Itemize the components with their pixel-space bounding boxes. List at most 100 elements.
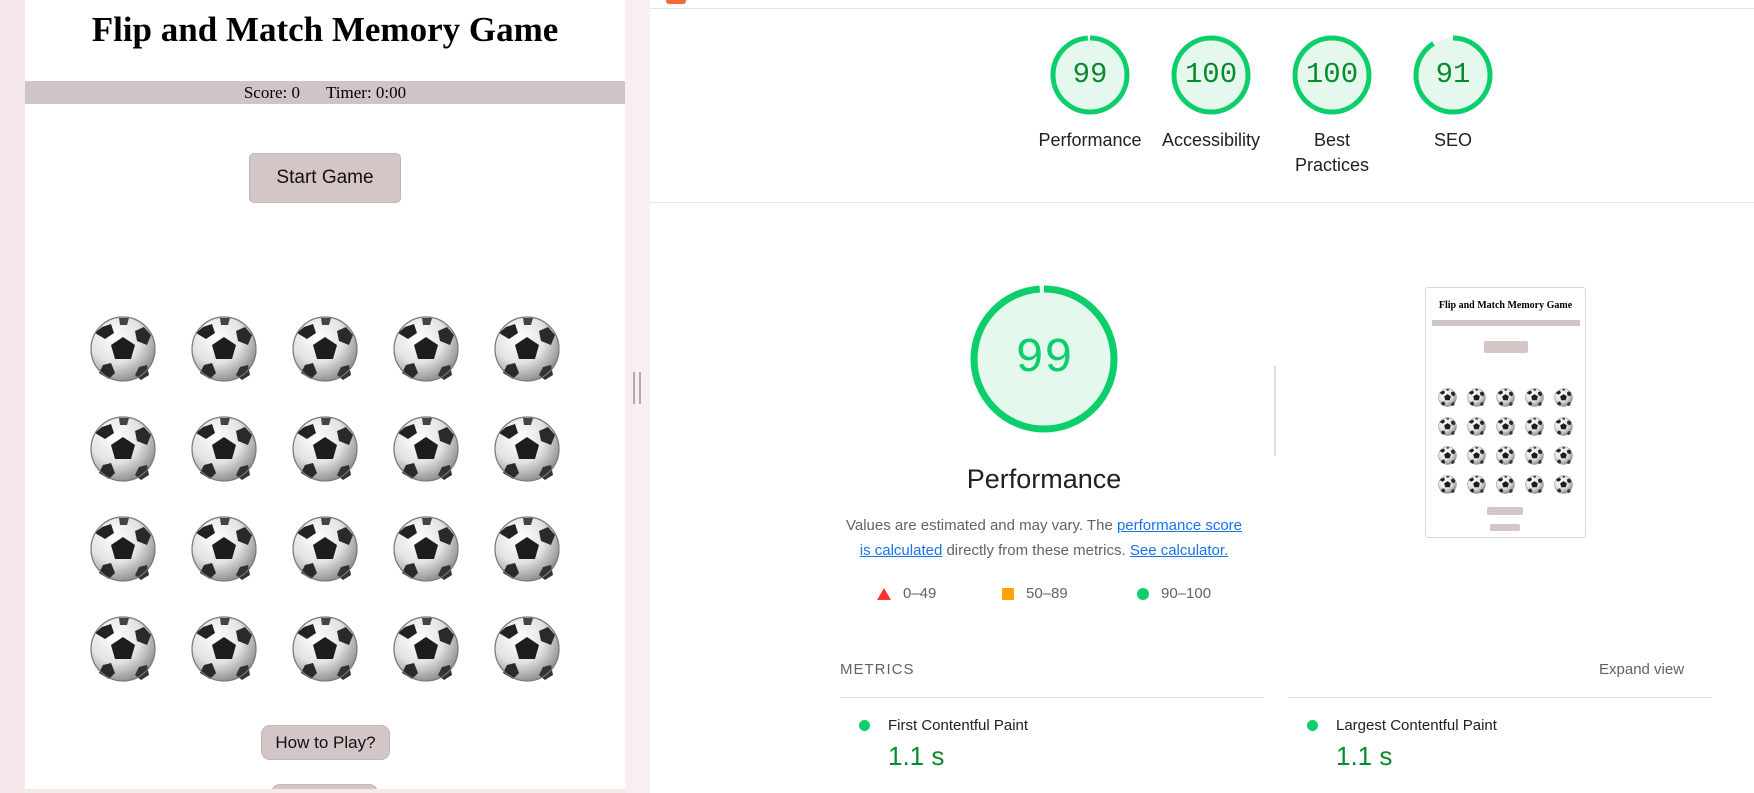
soccer-ball-icon xyxy=(191,316,257,382)
soccer-ball-icon xyxy=(393,516,459,582)
metric-value: 1.1 s xyxy=(888,741,945,771)
legend-range: 90–100 xyxy=(1161,585,1212,602)
soccer-ball-icon xyxy=(191,416,257,482)
memory-card[interactable] xyxy=(291,315,359,383)
performance-heading: Performance xyxy=(966,464,1122,494)
memory-card[interactable] xyxy=(291,415,359,483)
score-text: Score: 0 xyxy=(243,83,301,102)
how-to-play-button[interactable]: How to Play? xyxy=(261,725,390,760)
thumb-soccer-ball-icon xyxy=(1467,417,1486,436)
gauge-best-practices[interactable]: 100 xyxy=(1290,33,1374,117)
gauge-accessibility[interactable]: 100 xyxy=(1169,33,1253,117)
see-calculator-link[interactable]: See calculator. xyxy=(1130,542,1228,559)
score-value: 91 xyxy=(1435,58,1471,91)
desc-text: Values are estimated and may vary. The xyxy=(845,517,1117,534)
performance-score: 99 xyxy=(1015,332,1073,386)
gauge-performance[interactable]: 99 xyxy=(1048,33,1132,117)
start-game-button[interactable]: Start Game xyxy=(249,153,401,203)
memory-card[interactable] xyxy=(190,515,258,583)
vertical-divider xyxy=(1274,366,1276,456)
memory-card[interactable] xyxy=(291,615,359,683)
thumb-soccer-ball-icon xyxy=(1438,417,1457,436)
soccer-ball-icon xyxy=(393,616,459,682)
memory-card[interactable] xyxy=(190,615,258,683)
soccer-ball-icon xyxy=(191,616,257,682)
score-value: 100 xyxy=(1305,58,1359,91)
memory-card[interactable] xyxy=(89,515,157,583)
resize-handle[interactable] xyxy=(633,372,641,404)
score-seo[interactable]: 91 SEO xyxy=(1393,33,1513,153)
memory-card[interactable] xyxy=(392,415,460,483)
memory-card[interactable] xyxy=(392,615,460,683)
thumb-soccer-ball-icon xyxy=(1525,388,1544,407)
score-label: Performance xyxy=(1038,130,1142,150)
soccer-ball-icon xyxy=(393,316,459,382)
soccer-ball-icon xyxy=(292,616,358,682)
thumb-soccer-ball-icon xyxy=(1525,446,1544,465)
end-game-button[interactable] xyxy=(271,784,378,789)
memory-card[interactable] xyxy=(493,615,561,683)
thumb-start-button xyxy=(1484,341,1528,353)
thumb-soccer-ball-icon xyxy=(1496,446,1515,465)
memory-card[interactable] xyxy=(493,515,561,583)
legend-average: 50–89 xyxy=(1002,585,1068,602)
score-label: SEO xyxy=(1433,130,1472,150)
lighthouse-report: 99 Performance 100 Accessibility 100 Bes… xyxy=(650,0,1754,793)
soccer-ball-icon xyxy=(90,516,156,582)
thumb-soccer-ball-icon xyxy=(1496,417,1515,436)
memory-card[interactable] xyxy=(493,315,561,383)
soccer-ball-icon xyxy=(494,516,560,582)
thumb-soccer-ball-icon xyxy=(1467,446,1486,465)
memory-card[interactable] xyxy=(291,515,359,583)
thumb-soccer-ball-icon xyxy=(1438,388,1457,407)
thumb-card-grid xyxy=(1438,388,1573,494)
soccer-ball-icon xyxy=(494,316,560,382)
memory-card[interactable] xyxy=(89,615,157,683)
thumb-title: Flip and Match Memory Game xyxy=(1438,300,1573,311)
memory-card[interactable] xyxy=(392,515,460,583)
timer-text: Timer: 0:00 xyxy=(326,83,407,102)
score-performance[interactable]: 99 Performance xyxy=(1030,33,1150,153)
performance-description: Values are estimated and may vary. The p… xyxy=(840,513,1248,563)
soccer-ball-icon xyxy=(393,416,459,482)
thumb-soccer-ball-icon xyxy=(1496,475,1515,494)
soccer-ball-icon xyxy=(90,416,156,482)
performance-gauge-large: 99 xyxy=(968,283,1120,435)
thumb-howto-button xyxy=(1487,507,1523,515)
score-best-practices[interactable]: 100 Best Practices xyxy=(1272,33,1392,178)
top-divider xyxy=(650,8,1754,9)
soccer-ball-icon xyxy=(191,516,257,582)
memory-card[interactable] xyxy=(89,415,157,483)
thumb-soccer-ball-icon xyxy=(1467,388,1486,407)
final-screenshot-thumbnail[interactable]: Flip and Match Memory Game xyxy=(1425,287,1586,538)
metrics-divider xyxy=(1288,697,1712,698)
score-label: Best Practices xyxy=(1294,130,1370,175)
gauge-seo[interactable]: 91 xyxy=(1411,33,1495,117)
section-divider xyxy=(650,202,1754,203)
soccer-ball-icon xyxy=(292,516,358,582)
lighthouse-logo-icon xyxy=(666,0,686,4)
legend-range: 50–89 xyxy=(1026,585,1068,602)
soccer-ball-icon xyxy=(90,616,156,682)
expand-view-toggle[interactable]: Expand view xyxy=(1599,661,1684,678)
thumb-score-bar xyxy=(1432,320,1580,326)
soccer-ball-icon xyxy=(90,316,156,382)
game-title: Flip and Match Memory Game xyxy=(91,10,559,49)
memory-card[interactable] xyxy=(89,315,157,383)
thumb-soccer-ball-icon xyxy=(1438,446,1457,465)
memory-card[interactable] xyxy=(190,415,258,483)
memory-card[interactable] xyxy=(190,315,258,383)
legend-pass: 90–100 xyxy=(1137,585,1211,602)
triangle-icon xyxy=(877,588,891,601)
thumb-soccer-ball-icon xyxy=(1467,475,1486,494)
thumb-soccer-ball-icon xyxy=(1438,475,1457,494)
memory-card[interactable] xyxy=(493,415,561,483)
circle-icon xyxy=(1137,588,1149,601)
memory-card[interactable] xyxy=(392,315,460,383)
thumb-soccer-ball-icon xyxy=(1496,388,1515,407)
score-accessibility[interactable]: 100 Accessibility xyxy=(1151,33,1271,153)
thumb-soccer-ball-icon xyxy=(1525,417,1544,436)
pass-dot-icon xyxy=(859,720,870,731)
score-value: 99 xyxy=(1072,58,1108,91)
desc-text: directly from these metrics. xyxy=(942,542,1130,559)
